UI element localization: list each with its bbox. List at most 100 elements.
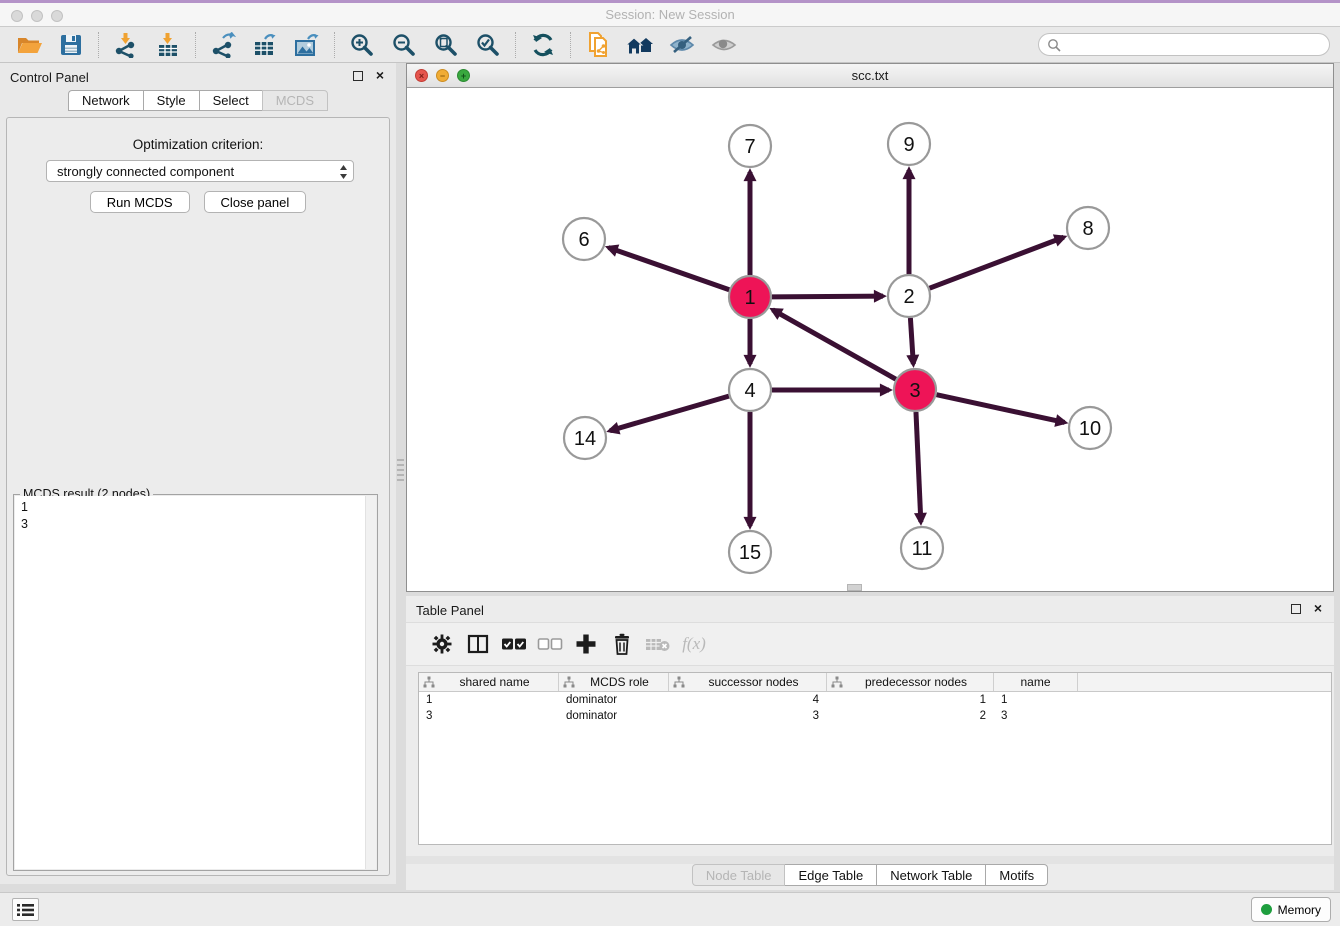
node-table[interactable]: shared nameMCDS rolesuccessor nodesprede…	[418, 672, 1332, 845]
export-table-button[interactable]	[249, 30, 281, 60]
add-column-button[interactable]	[569, 627, 603, 661]
graph-node-9[interactable]: 9	[888, 123, 930, 165]
float-table-panel-icon[interactable]	[1291, 604, 1301, 614]
graph-node-8[interactable]: 8	[1067, 207, 1109, 249]
svg-text:7: 7	[744, 136, 755, 158]
network-home-button[interactable]	[624, 30, 656, 60]
memory-button[interactable]: Memory	[1251, 897, 1331, 922]
search-input[interactable]	[1067, 38, 1321, 52]
graph-node-3[interactable]: 3	[894, 369, 936, 411]
result-scrollbar[interactable]	[365, 496, 376, 869]
zoom-fit-button[interactable]	[430, 30, 462, 60]
graph-node-2[interactable]: 2	[888, 275, 930, 317]
edge-1-6[interactable]	[609, 248, 730, 290]
table-row[interactable]: 3dominator323	[419, 708, 1331, 724]
apply-layout-button[interactable]	[527, 30, 559, 60]
hide-selected-button[interactable]	[666, 30, 698, 60]
tab-edge-table[interactable]: Edge Table	[785, 864, 877, 886]
run-mcds-button[interactable]: Run MCDS	[90, 191, 190, 213]
svg-text:6: 6	[578, 229, 589, 251]
graph-node-6[interactable]: 6	[563, 218, 605, 260]
task-history-button[interactable]	[12, 898, 39, 921]
import-table-icon	[155, 32, 181, 58]
table-row[interactable]: 1dominator411	[419, 692, 1331, 708]
horizontal-splitter-grip[interactable]	[847, 584, 862, 591]
save-session-button[interactable]	[55, 30, 87, 60]
table-cell[interactable]: dominator	[559, 708, 669, 724]
column-header-successor-nodes[interactable]: successor nodes	[669, 673, 827, 691]
graph-node-11[interactable]: 11	[901, 527, 943, 569]
edge-4-14[interactable]	[610, 396, 729, 431]
function-builder-button[interactable]: f(x)	[677, 627, 711, 661]
tab-network[interactable]: Network	[68, 90, 143, 111]
graph-node-1[interactable]: 1	[729, 276, 771, 318]
column-header-shared-name[interactable]: shared name	[419, 673, 559, 691]
edge-3-1[interactable]	[773, 310, 896, 379]
graph-node-15[interactable]: 15	[729, 531, 771, 573]
column-tree-icon	[423, 676, 435, 688]
tab-mcds[interactable]: MCDS	[262, 90, 328, 111]
criterion-dropdown[interactable]: strongly connected component	[46, 160, 354, 182]
close-panel-icon[interactable]: ×	[376, 66, 384, 84]
delete-table-icon	[645, 635, 671, 653]
table-split-view-button[interactable]	[461, 627, 495, 661]
tab-motifs[interactable]: Motifs	[986, 864, 1048, 886]
network-canvas[interactable]: 1 2 3 4 6 7 8 9 10 11 14 15	[407, 89, 1333, 591]
table-body: 1dominator4113dominator323	[419, 692, 1331, 724]
table-cell[interactable]: 1	[994, 692, 1078, 708]
column-header-predecessor-nodes[interactable]: predecessor nodes	[827, 673, 994, 691]
edge-3-11[interactable]	[916, 412, 921, 522]
column-header-name[interactable]: name	[994, 673, 1078, 691]
float-panel-icon[interactable]	[353, 71, 363, 81]
zoom-selected-button[interactable]	[472, 30, 504, 60]
toolbar-separator	[98, 32, 99, 58]
open-session-button[interactable]	[13, 30, 45, 60]
graph-node-4[interactable]: 4	[729, 369, 771, 411]
table-cell[interactable]: 3	[994, 708, 1078, 724]
tab-node-table[interactable]: Node Table	[692, 864, 786, 886]
svg-text:8: 8	[1082, 218, 1093, 240]
show-all-button[interactable]	[708, 30, 740, 60]
zoom-out-button[interactable]	[388, 30, 420, 60]
graph-node-10[interactable]: 10	[1069, 407, 1111, 449]
deselect-all-columns-button[interactable]	[533, 627, 567, 661]
edge-3-10[interactable]	[936, 395, 1064, 423]
toolbar-separator	[195, 32, 196, 58]
graph-node-7[interactable]: 7	[729, 125, 771, 167]
table-cell[interactable]: 2	[827, 708, 994, 724]
clone-network-button[interactable]	[582, 30, 614, 60]
table-cell[interactable]: 3	[669, 708, 827, 724]
search-box[interactable]	[1038, 33, 1330, 56]
edge-1-2[interactable]	[772, 296, 883, 297]
fx-icon: f(x)	[682, 634, 706, 654]
delete-table-button[interactable]	[641, 627, 675, 661]
table-cell[interactable]: 1	[419, 692, 559, 708]
import-table-button[interactable]	[152, 30, 184, 60]
edge-2-8[interactable]	[930, 237, 1064, 288]
mcds-result-area[interactable]: 1 3	[15, 496, 376, 869]
network-window-titlebar[interactable]: × − + scc.txt	[407, 64, 1333, 88]
table-cell[interactable]: 1	[827, 692, 994, 708]
tab-network-table[interactable]: Network Table	[877, 864, 986, 886]
table-cell[interactable]: 3	[419, 708, 559, 724]
edge-2-3[interactable]	[910, 318, 913, 364]
tab-select[interactable]: Select	[199, 90, 262, 111]
import-network-icon	[113, 32, 139, 58]
close-panel-button[interactable]: Close panel	[204, 191, 307, 213]
export-network-button[interactable]	[207, 30, 239, 60]
table-cell[interactable]: 4	[669, 692, 827, 708]
splitter-grip[interactable]	[397, 459, 404, 481]
graph-node-14[interactable]: 14	[564, 417, 606, 459]
table-settings-button[interactable]	[425, 627, 459, 661]
export-image-button[interactable]	[291, 30, 323, 60]
zoom-in-button[interactable]	[346, 30, 378, 60]
import-network-button[interactable]	[110, 30, 142, 60]
table-cell[interactable]: dominator	[559, 692, 669, 708]
close-table-panel-icon[interactable]: ×	[1314, 599, 1322, 617]
tab-style[interactable]: Style	[143, 90, 199, 111]
zoom-out-icon	[391, 32, 417, 58]
column-header-MCDS-role[interactable]: MCDS role	[559, 673, 669, 691]
select-all-columns-button[interactable]	[497, 627, 531, 661]
table-toolbar: f(x)	[406, 622, 1334, 666]
delete-column-button[interactable]	[605, 627, 639, 661]
